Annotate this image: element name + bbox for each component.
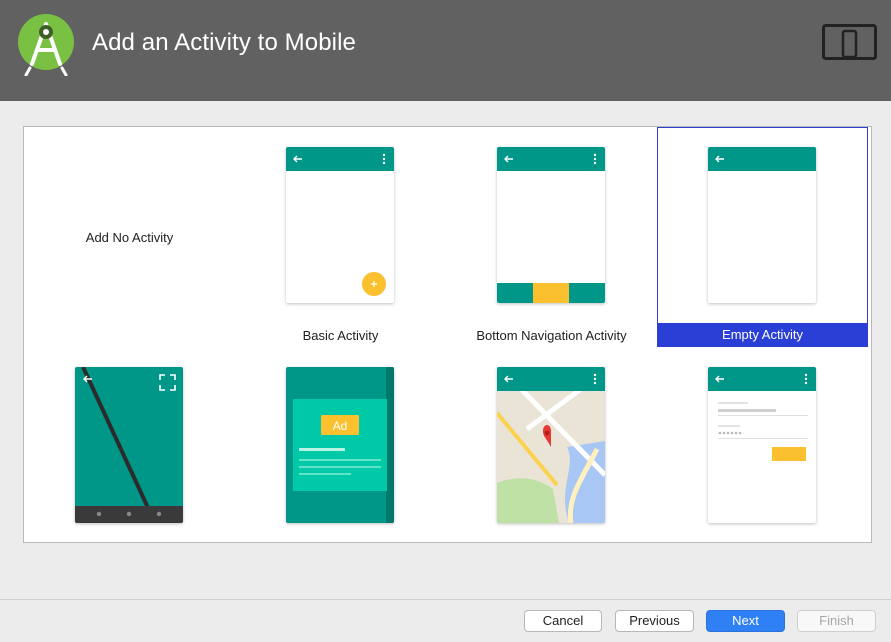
tile-empty-activity[interactable]: Empty Activity (657, 127, 868, 347)
ad-badge: Ad (332, 419, 348, 433)
next-button[interactable]: Next (706, 610, 785, 632)
login-activity-preview (708, 367, 816, 523)
page-title: Add an Activity to Mobile (92, 29, 356, 56)
tile-login-activity[interactable] (657, 347, 868, 567)
cancel-button[interactable]: Cancel (524, 610, 602, 632)
fullscreen-activity-preview (75, 367, 183, 523)
bottom-navigation-preview (497, 147, 605, 303)
ad-activity-preview: Ad (286, 367, 394, 523)
tile-basic-activity[interactable]: Basic Activity (235, 127, 446, 347)
basic-activity-preview (286, 147, 394, 303)
tile-add-no-activity[interactable]: Add No Activity (24, 127, 235, 347)
tile-label: Basic Activity (302, 328, 379, 343)
tile-label: Bottom Navigation Activity (476, 328, 627, 343)
tile-bottom-navigation-activity[interactable]: Bottom Navigation Activity (446, 127, 657, 347)
tile-label: Empty Activity (658, 323, 867, 347)
finish-button[interactable]: Finish (797, 610, 876, 632)
wizard-header: Add an Activity to Mobile (0, 0, 891, 101)
maps-activity-preview (497, 367, 605, 523)
previous-button[interactable]: Previous (615, 610, 694, 632)
tile-maps-activity[interactable] (446, 347, 657, 567)
activity-gallery: Add No Activity Basic Activity Bottom Na… (23, 126, 872, 543)
tile-label: Add No Activity (85, 230, 174, 245)
empty-activity-preview (708, 147, 816, 303)
tablet-phone-icon (822, 24, 877, 60)
android-studio-logo-icon (18, 14, 74, 76)
footer-divider (0, 599, 891, 600)
tile-fullscreen-activity[interactable] (24, 347, 235, 567)
tile-ad-activity[interactable]: Ad (235, 347, 446, 567)
